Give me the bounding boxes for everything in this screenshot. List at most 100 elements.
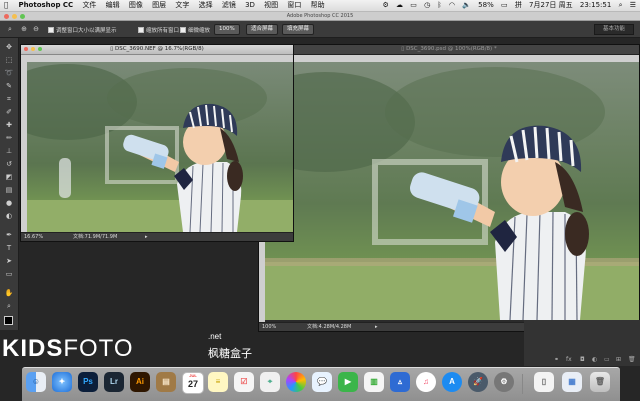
menu-view[interactable]: 视图 <box>264 0 278 11</box>
clock-icon[interactable]: ◷ <box>424 1 430 9</box>
scrubby-zoom-checkbox[interactable] <box>180 27 186 33</box>
wifi-icon[interactable]: ◠ <box>449 1 455 9</box>
document-stack-icon[interactable]: ▯ <box>534 372 554 392</box>
resize-windows-option[interactable]: 调整窗口大小以满屏显示 <box>48 26 117 34</box>
doc-zoom-button[interactable] <box>38 47 42 51</box>
shape-tool-icon[interactable]: ▭ <box>3 269 15 279</box>
search-icon[interactable]: ⌕ <box>619 1 623 9</box>
contacts-icon[interactable]: ▤ <box>156 372 176 392</box>
move-tool-icon[interactable]: ✥ <box>3 42 15 52</box>
path-select-tool-icon[interactable]: ➤ <box>3 256 15 266</box>
document-size-info[interactable]: 文档:71.9M/71.9M <box>73 233 117 241</box>
notes-icon[interactable]: ≡ <box>208 372 228 392</box>
app-close-button[interactable] <box>4 13 9 19</box>
document-canvas[interactable] <box>265 62 639 320</box>
doc-minimize-button[interactable] <box>31 47 35 51</box>
link-layers-icon[interactable]: ⚭ <box>554 356 559 363</box>
document-title-bar[interactable]: ▯ DSC_3690.NEF @ 16.7%(RGB/8) <box>21 45 293 55</box>
lasso-tool-icon[interactable]: ➰ <box>3 68 15 78</box>
menu-filter[interactable]: 滤镜 <box>222 0 236 11</box>
keynote-icon[interactable]: ▵ <box>390 372 410 392</box>
menu-3d[interactable]: 3D <box>245 0 255 11</box>
gradient-tool-icon[interactable]: ▤ <box>3 185 15 195</box>
reminders-icon[interactable]: ☑ <box>234 372 254 392</box>
doc-close-button[interactable] <box>24 47 28 51</box>
app-store-icon[interactable]: A <box>442 372 462 392</box>
scrubby-zoom-option[interactable]: 细微缩放 <box>180 26 210 34</box>
menu-app-name[interactable]: Photoshop CC <box>18 0 73 11</box>
eyedropper-tool-icon[interactable]: ✐ <box>3 107 15 117</box>
apple-icon[interactable]:  <box>4 0 8 11</box>
menu-select[interactable]: 选择 <box>199 0 213 11</box>
volume-icon[interactable]: 🔈 <box>462 1 471 9</box>
launchpad-icon[interactable]: 🚀 <box>468 372 488 392</box>
zoom-all-option[interactable]: 缩放所有窗口 <box>138 26 179 34</box>
zoom-all-checkbox[interactable] <box>138 27 144 33</box>
status-menu-arrow-icon[interactable]: ▸ <box>145 233 148 241</box>
zoom-tool-icon[interactable]: ⌕ <box>3 301 15 311</box>
menu-image[interactable]: 图像 <box>129 0 143 11</box>
zoom-100-button[interactable]: 100% <box>214 24 240 35</box>
crop-tool-icon[interactable]: ⌗ <box>3 94 15 104</box>
menu-file[interactable]: 文件 <box>82 0 96 11</box>
document-size-info[interactable]: 文档:4.28M/4.28M <box>307 323 351 331</box>
downloads-stack-icon[interactable]: ▦ <box>562 372 582 392</box>
finder-icon[interactable]: ☺ <box>26 372 46 392</box>
photoshop-icon[interactable]: Ps <box>78 372 98 392</box>
notification-icon[interactable]: ☰ <box>630 1 636 9</box>
menu-layer[interactable]: 图层 <box>152 0 166 11</box>
horizontal-ruler[interactable] <box>21 55 293 62</box>
maps-icon[interactable]: ⌖ <box>260 372 280 392</box>
healing-brush-tool-icon[interactable]: ✚ <box>3 120 15 130</box>
cloud-icon[interactable]: ☁ <box>396 1 403 9</box>
photos-icon[interactable] <box>286 372 306 392</box>
horizontal-ruler[interactable] <box>259 55 639 62</box>
zoom-out-icon[interactable]: ⊖ <box>32 25 40 33</box>
menu-window[interactable]: 窗口 <box>287 0 301 11</box>
menu-help[interactable]: 帮助 <box>311 0 325 11</box>
layer-style-icon[interactable]: fx <box>566 356 572 363</box>
layer-mask-icon[interactable]: ◘ <box>580 356 585 363</box>
zoom-level[interactable]: 16.67% <box>24 233 43 241</box>
document-canvas[interactable] <box>27 62 293 232</box>
bluetooth-icon[interactable]: ᛒ <box>437 1 441 9</box>
delete-layer-icon[interactable]: 🗑 <box>628 356 636 363</box>
app-zoom-button[interactable] <box>20 13 25 19</box>
input-method-icon[interactable]: 拼 <box>515 1 522 9</box>
messages-icon[interactable]: 💬 <box>312 372 332 392</box>
fill-screen-button[interactable]: 填充屏幕 <box>282 24 315 35</box>
menu-edit[interactable]: 编辑 <box>106 0 120 11</box>
foreground-color-swatch[interactable] <box>4 316 13 325</box>
document-window-nef[interactable]: ▯ DSC_3690.NEF @ 16.7%(RGB/8) 16.67% 文档:… <box>20 44 294 242</box>
app-minimize-button[interactable] <box>12 13 17 19</box>
safari-icon[interactable]: ✦ <box>52 372 72 392</box>
resize-windows-checkbox[interactable] <box>48 27 54 33</box>
trash-icon[interactable]: 🗑 <box>590 372 610 392</box>
zoom-tool-preset-icon[interactable]: ⌕ <box>6 25 14 33</box>
marquee-tool-icon[interactable]: ⬚ <box>3 55 15 65</box>
document-title-bar[interactable]: ▯ DSC_3690.psd @ 100%(RGB/8) * <box>259 45 639 55</box>
clone-stamp-tool-icon[interactable]: ⊥ <box>3 146 15 156</box>
workspace-switcher[interactable]: 基本功能 <box>594 24 634 35</box>
new-layer-icon[interactable]: ⊞ <box>616 356 621 363</box>
brush-tool-icon[interactable]: ✏ <box>3 133 15 143</box>
type-tool-icon[interactable]: T <box>3 243 15 253</box>
dodge-tool-icon[interactable]: ◐ <box>3 211 15 221</box>
illustrator-icon[interactable]: Ai <box>130 372 150 392</box>
facetime-icon[interactable]: ▶ <box>338 372 358 392</box>
menubar-time[interactable]: 23:15:51 <box>580 1 611 9</box>
menu-type[interactable]: 文字 <box>175 0 189 11</box>
numbers-icon[interactable]: ▥ <box>364 372 384 392</box>
lightroom-icon[interactable]: Lr <box>104 372 124 392</box>
quick-select-tool-icon[interactable]: ✎ <box>3 81 15 91</box>
system-preferences-icon[interactable]: ⚙ <box>494 372 514 392</box>
blur-tool-icon[interactable]: ● <box>3 198 15 208</box>
pen-tool-icon[interactable]: ✒ <box>3 230 15 240</box>
document-window-psd[interactable]: ▯ DSC_3690.psd @ 100%(RGB/8) * 100% 文档:4… <box>258 44 640 332</box>
new-group-icon[interactable]: ▭ <box>604 356 610 363</box>
gear-icon[interactable]: ⚙ <box>382 1 388 9</box>
adjustment-layer-icon[interactable]: ◐ <box>592 356 597 363</box>
history-brush-tool-icon[interactable]: ↺ <box>3 159 15 169</box>
eraser-tool-icon[interactable]: ◩ <box>3 172 15 182</box>
menubar-date[interactable]: 7月27日 周五 <box>529 1 573 9</box>
